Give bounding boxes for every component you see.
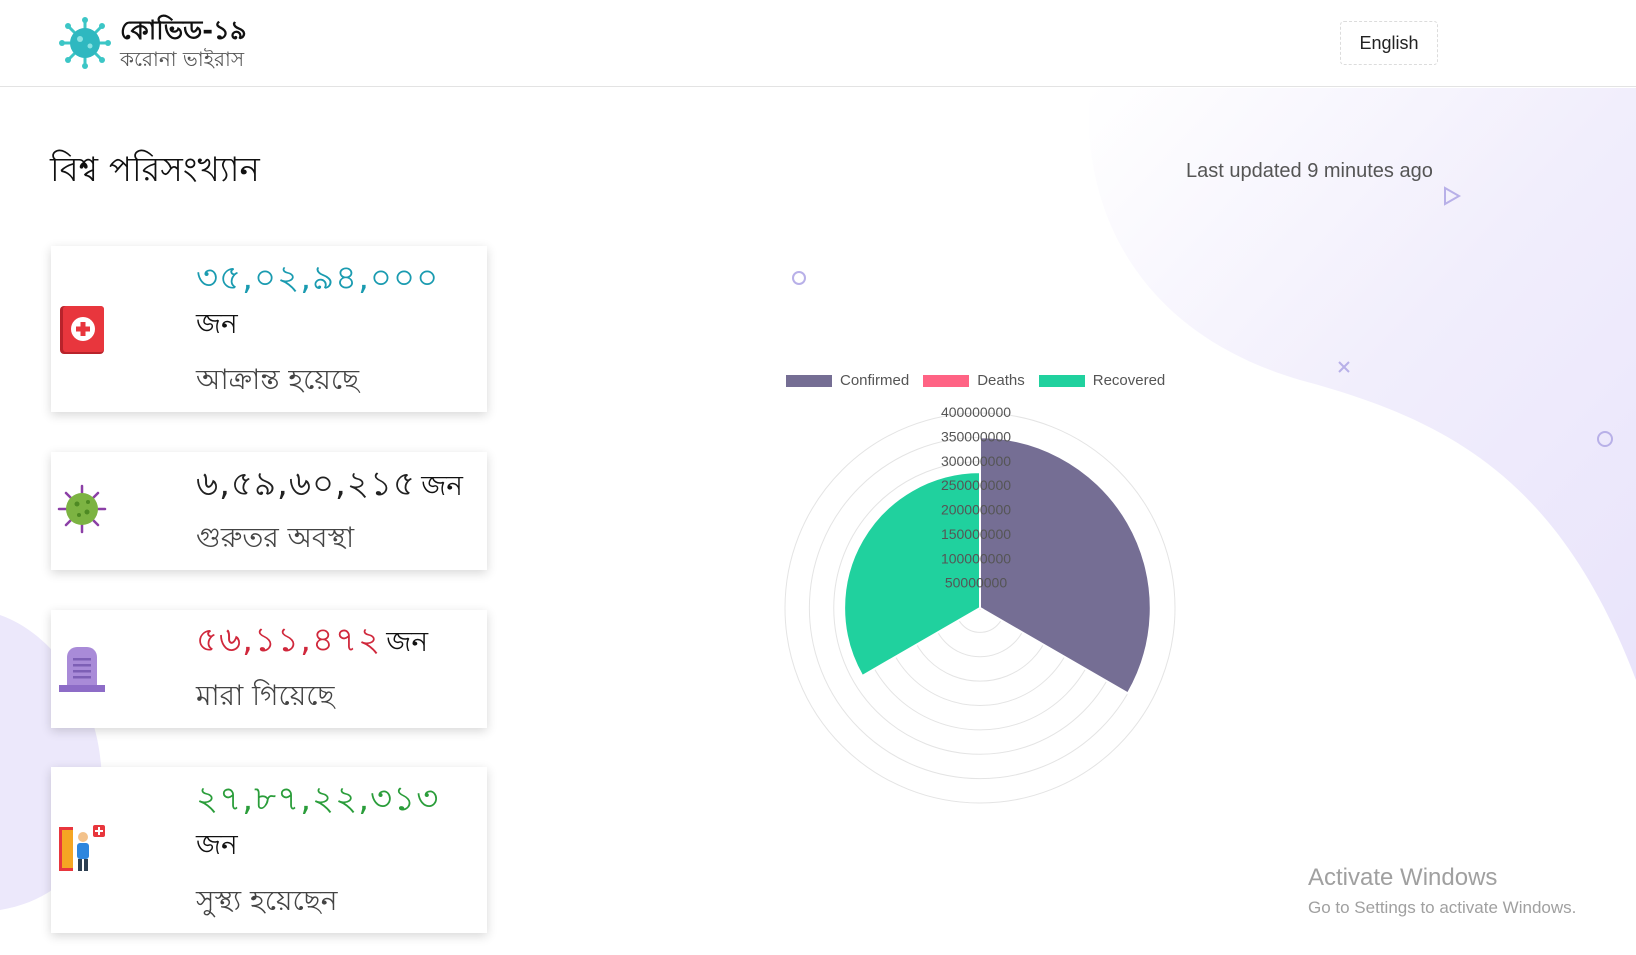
hospital-exit-icon <box>59 825 105 871</box>
confirmed-count: ৩৫,০২,৯৪,০০০ <box>196 258 440 298</box>
virus-icon <box>57 484 107 534</box>
critical-label: গুরুতর অবস্থা <box>196 521 355 554</box>
deaths-unit: জন <box>386 625 429 658</box>
stat-card-critical: ৬,৫৯,৬০,২১৫ জন গুরুতর অবস্থা <box>51 452 487 570</box>
radial-tick-label: 50000000 <box>945 575 1008 591</box>
radial-tick-label: 100000000 <box>941 550 1011 566</box>
windows-activation-title: Activate Windows <box>1308 864 1498 891</box>
page-title: বিশ্ব পরিসংখ্যান <box>50 150 260 190</box>
radial-tick-label: 300000000 <box>941 453 1011 469</box>
virus-icon[interactable] <box>58 16 112 70</box>
radial-tick-label: 200000000 <box>941 502 1011 518</box>
stat-card-recovered: ২৭,৮৭,২২,৩১৩ জন সুস্থ্য হয়েছেন <box>51 767 487 933</box>
critical-count: ৬,৫৯,৬০,২১৫ <box>196 464 417 504</box>
top-navbar: কোভিড-১৯ করোনা ভাইরাস English <box>0 0 1636 87</box>
radial-tick-label: 250000000 <box>941 477 1011 493</box>
confirmed-unit: জন <box>196 307 238 340</box>
windows-activation-subtitle: Go to Settings to activate Windows. <box>1308 898 1577 917</box>
confirmed-label: আক্রান্ত হয়েছে <box>196 363 360 396</box>
deaths-label: মারা গিয়েছে <box>196 679 335 712</box>
radial-tick-label: 150000000 <box>941 526 1011 542</box>
brand-subtitle: করোনা ভাইরাস <box>120 47 245 71</box>
last-updated-text: Last updated 9 minutes ago <box>1186 160 1433 182</box>
polar-area-chart: 400000000 350000000 300000000 250000000 2000… <box>784 404 1176 804</box>
language-toggle-button[interactable]: English <box>1340 21 1438 65</box>
critical-unit: জন <box>421 469 463 502</box>
radial-tick-label: 400000000 <box>941 404 1011 420</box>
deaths-count: ৫৬,১১,৪৭২ <box>196 620 382 660</box>
recovered-unit: জন <box>196 828 238 861</box>
recovered-label: সুস্থ্য হয়েছেন <box>196 884 338 917</box>
radial-tick-label: 350000000 <box>941 428 1011 444</box>
stat-card-deaths: ৫৬,১১,৪৭২ জন মারা গিয়েছে <box>51 610 487 728</box>
tombstone-icon <box>59 647 105 692</box>
first-aid-kit-icon <box>60 306 104 354</box>
stat-card-confirmed: ৩৫,০২,৯৪,০০০ জন আক্রান্ত হয়েছে <box>51 246 487 412</box>
recovered-count: ২৭,৮৭,২২,৩১৩ <box>196 779 440 819</box>
